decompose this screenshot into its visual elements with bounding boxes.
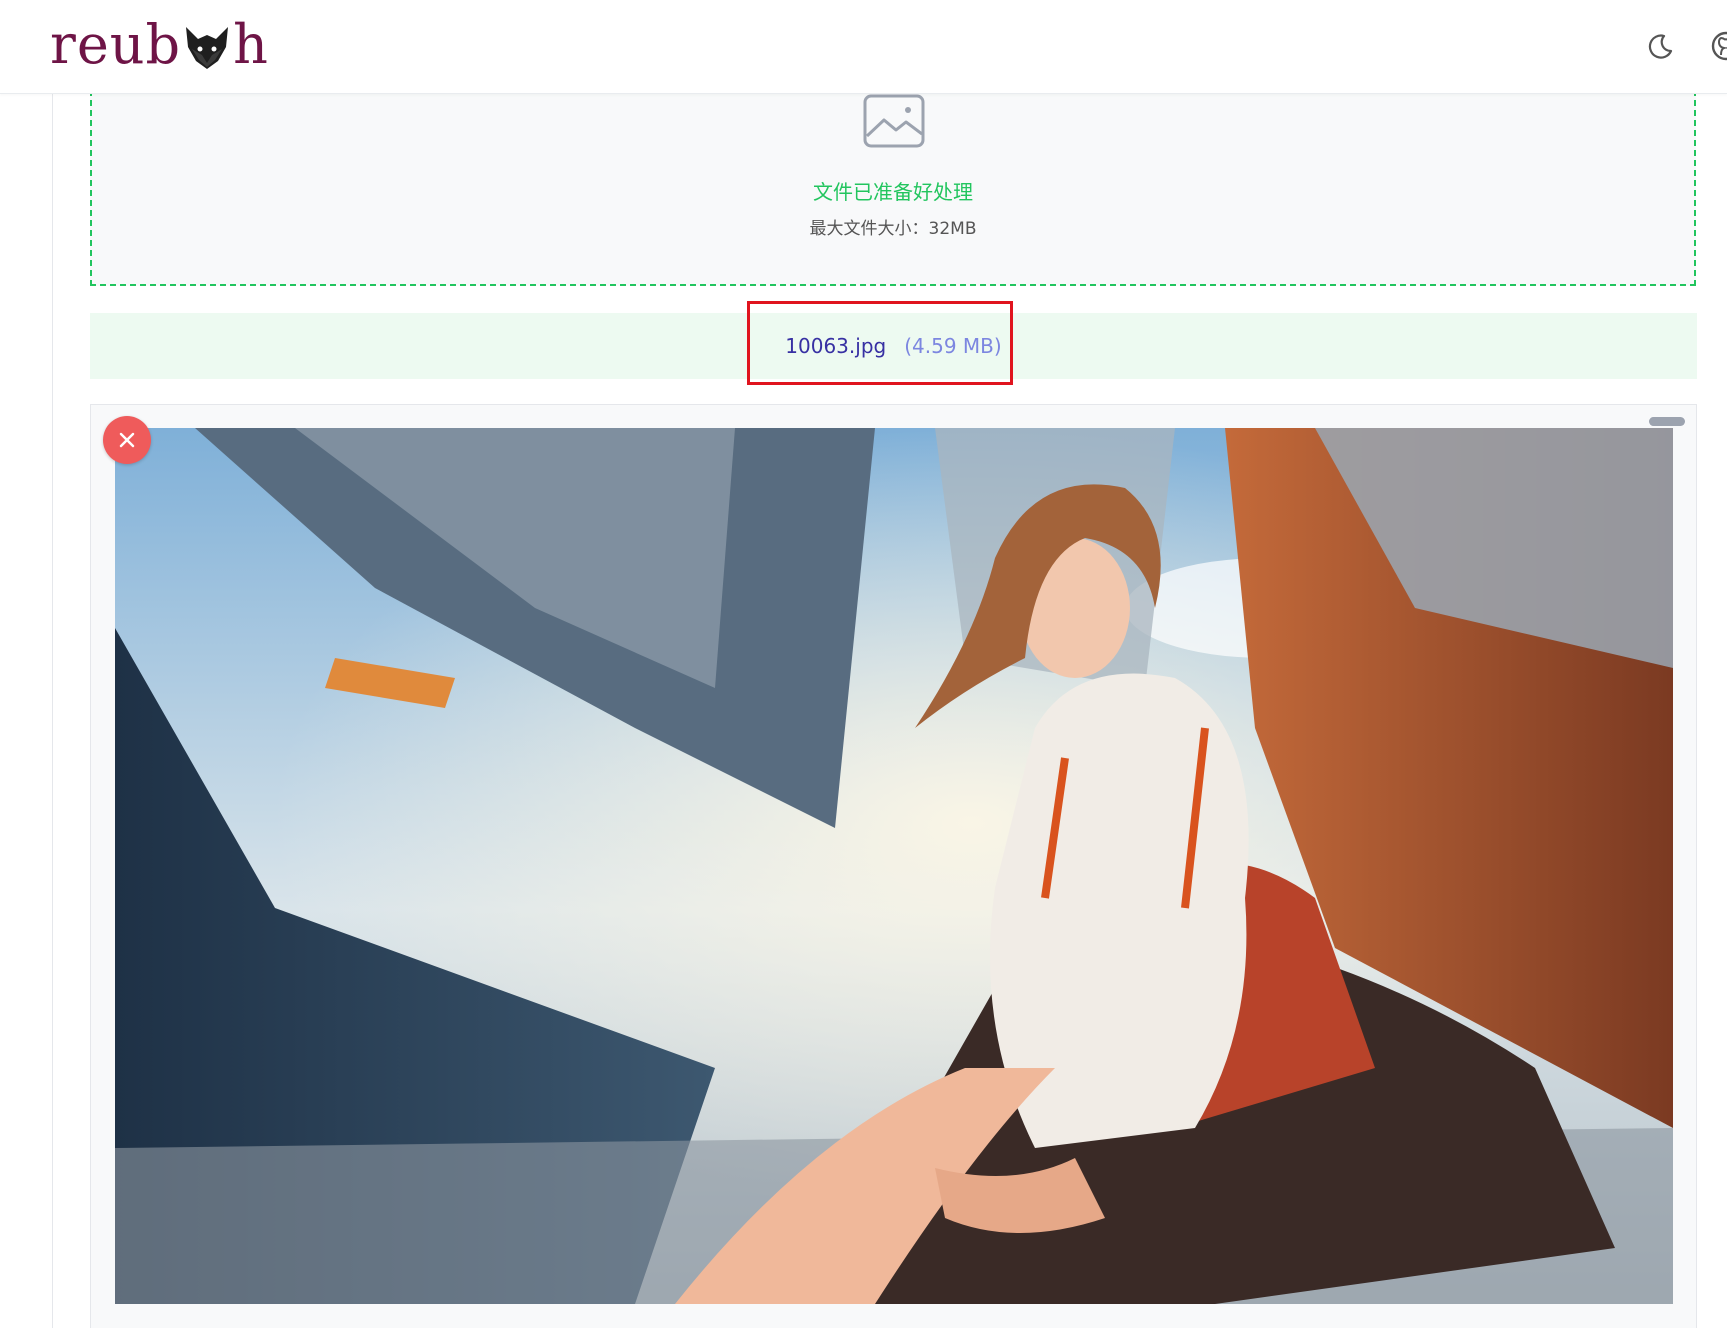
remove-image-button[interactable] [103,416,151,464]
file-dropzone[interactable]: 文件已准备好处理 最大文件大小：32MB [90,80,1696,286]
github-icon [1711,31,1727,61]
theme-toggle-button[interactable] [1640,26,1680,66]
logo-text-end: h [233,13,269,76]
app-header: reub h [0,0,1727,94]
max-file-size: 最大文件大小：32MB [809,219,977,239]
logo-text-start: reub [50,13,182,76]
file-size: (4.59 MB) [904,334,1002,358]
close-icon [119,432,135,448]
moon-icon [1648,34,1673,59]
github-link[interactable] [1706,26,1727,66]
brand-logo[interactable]: reub h [50,10,269,80]
image-icon [862,90,926,150]
selected-file-bar: 10063.jpg (4.59 MB) [90,313,1697,379]
left-divider [52,93,53,1328]
drag-handle[interactable] [1649,417,1685,426]
file-name: 10063.jpg [785,334,887,358]
preview-image [115,428,1673,1304]
upload-status: 文件已准备好处理 [813,180,973,204]
fox-icon [182,17,232,73]
